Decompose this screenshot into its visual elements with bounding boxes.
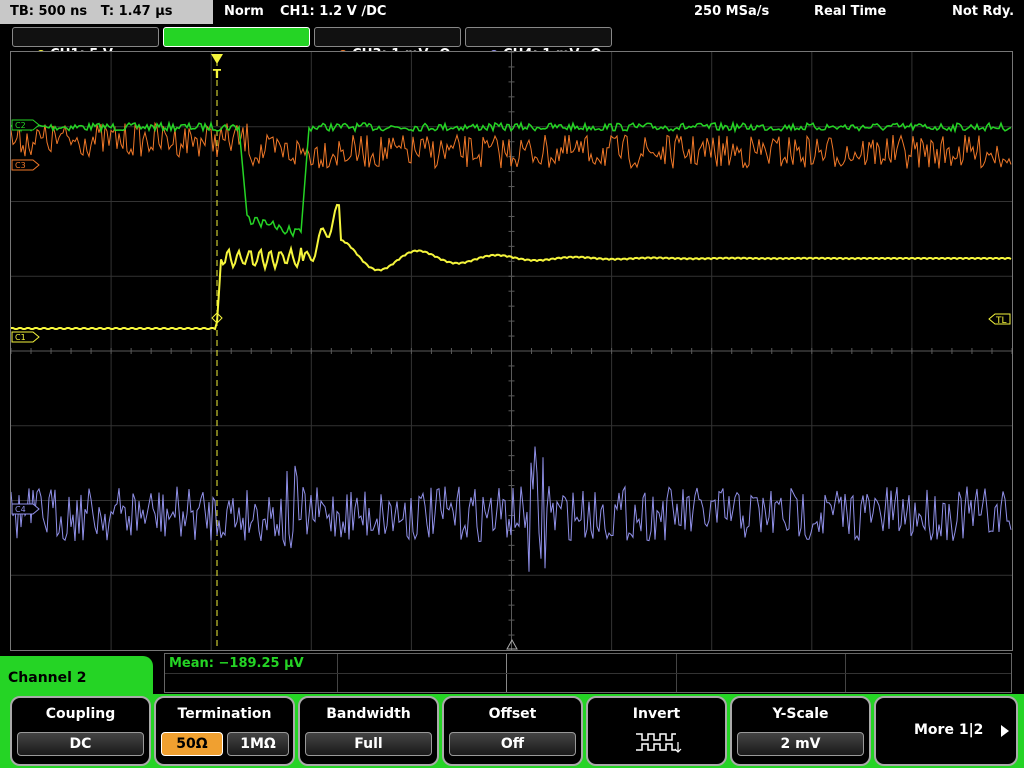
y-scale-value: 2 mV bbox=[737, 732, 864, 756]
status-bar: TB: 500 ns T: 1.47 µs Norm CH1: 1.2 V ∕D… bbox=[0, 0, 1024, 24]
bandwidth-softkey[interactable]: Bandwidth Full bbox=[298, 696, 439, 766]
more-softkey[interactable]: More 1|2 bbox=[874, 696, 1018, 766]
bandwidth-value: Full bbox=[305, 732, 432, 756]
sample-rate: 250 MSa/s bbox=[694, 4, 770, 19]
channel-4-marker-label: C4 bbox=[15, 505, 26, 514]
triangle-right-icon bbox=[1001, 725, 1009, 737]
more-label: More 1|2 bbox=[914, 722, 984, 738]
menu-title: Channel 2 bbox=[8, 670, 87, 686]
termination-1m-option[interactable]: 1MΩ bbox=[227, 732, 289, 756]
trigger-mode[interactable]: Norm bbox=[224, 0, 264, 24]
mean-measurement[interactable]: Mean: −189.25 µV bbox=[169, 656, 304, 671]
y-scale-softkey[interactable]: Y-Scale 2 mV bbox=[730, 696, 871, 766]
channel-3-tab[interactable]: CH3: 1 mV≃Ω bbox=[314, 27, 461, 62]
channel-2-tab[interactable]: CH2: 2 mV≃Ω bbox=[163, 27, 310, 62]
channel-2-marker[interactable]: C2 bbox=[11, 119, 40, 131]
termination-50-option[interactable]: 50Ω bbox=[161, 732, 223, 756]
waveform-canvas: T C2 C3 C1 C4 TL bbox=[11, 52, 1012, 650]
coupling-title: Coupling bbox=[45, 706, 116, 722]
invert-softkey[interactable]: Invert bbox=[586, 696, 727, 766]
offset-title: Offset bbox=[488, 706, 537, 722]
offset-softkey[interactable]: Offset Off bbox=[442, 696, 583, 766]
channel-1-marker-label: C1 bbox=[15, 333, 26, 342]
channel-4-tab[interactable]: CH4: 1 mV≃Ω bbox=[465, 27, 612, 62]
termination-title: Termination bbox=[177, 706, 272, 722]
y-scale-title: Y-Scale bbox=[772, 706, 829, 722]
channel-1-marker[interactable]: C1 bbox=[11, 331, 40, 343]
trigger-position-label: T bbox=[213, 67, 222, 81]
channel-3-marker[interactable]: C3 bbox=[11, 159, 40, 171]
acquisition-mode: Real Time bbox=[814, 4, 887, 19]
channel-4-marker[interactable]: C4 bbox=[11, 503, 40, 515]
channel-1-tab[interactable]: CH1: 5 V≃ bbox=[12, 27, 159, 62]
invert-waveform-icon bbox=[636, 733, 682, 753]
termination-softkey[interactable]: Termination 50Ω 1MΩ bbox=[154, 696, 295, 766]
waveform-display[interactable]: T C2 C3 C1 C4 TL bbox=[10, 51, 1013, 651]
offset-value: Off bbox=[449, 732, 576, 756]
timebase-readout[interactable]: TB: 500 ns T: 1.47 µs bbox=[0, 0, 213, 24]
trigger-position-icon[interactable] bbox=[211, 54, 223, 64]
trigger-level-label: TL bbox=[995, 316, 1007, 326]
channel-tabs: CH1: 5 V≃ CH2: 2 mV≃Ω CH3: 1 mV≃Ω CH4: 1… bbox=[0, 25, 1024, 62]
bandwidth-title: Bandwidth bbox=[326, 706, 411, 722]
softkey-bar: Coupling DC Termination 50Ω 1MΩ Bandwidt… bbox=[0, 694, 1024, 768]
trigger-level-marker[interactable]: TL bbox=[988, 313, 1011, 326]
channel-3-marker-label: C3 bbox=[15, 161, 26, 170]
measurement-bar: Mean: −189.25 µV bbox=[164, 653, 1012, 693]
coupling-softkey[interactable]: Coupling DC bbox=[10, 696, 151, 766]
channel-2-marker-label: C2 bbox=[15, 121, 26, 130]
invert-title: Invert bbox=[632, 706, 681, 722]
trigger-state: Not Rdy. bbox=[952, 4, 1015, 19]
coupling-value: DC bbox=[17, 732, 144, 756]
trigger-source[interactable]: CH1: 1.2 V ∕DC bbox=[280, 0, 386, 24]
